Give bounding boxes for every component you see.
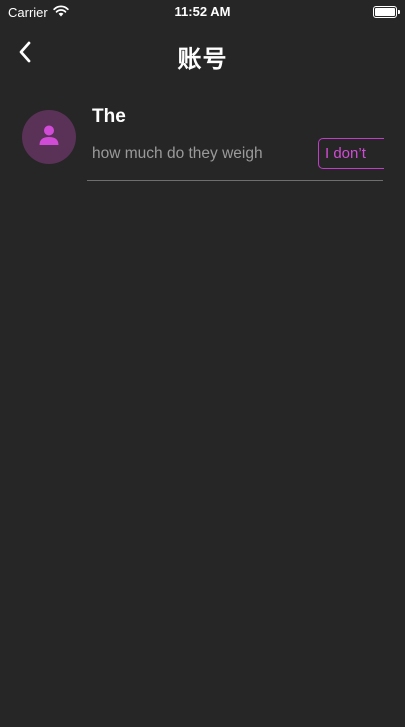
page-title: 账号	[177, 46, 228, 73]
battery-level-fill	[375, 8, 395, 16]
navigation-bar: 账号	[0, 24, 405, 84]
avatar	[22, 110, 76, 164]
tag-button[interactable]: I don’t	[318, 138, 384, 169]
person-icon	[38, 124, 60, 151]
status-time: 11:52 AM	[174, 4, 231, 19]
row-divider	[87, 180, 383, 181]
battery-icon	[373, 6, 400, 18]
list-item[interactable]: The how much do they weigh I don’t	[0, 100, 405, 182]
status-bar: Carrier 11:52 AM	[0, 0, 405, 24]
list-item-subtitle: how much do they weigh	[92, 145, 263, 162]
list-item-title: The	[92, 106, 126, 127]
app-screen: Carrier 11:52 AM 账号 The how much do they…	[0, 0, 405, 727]
